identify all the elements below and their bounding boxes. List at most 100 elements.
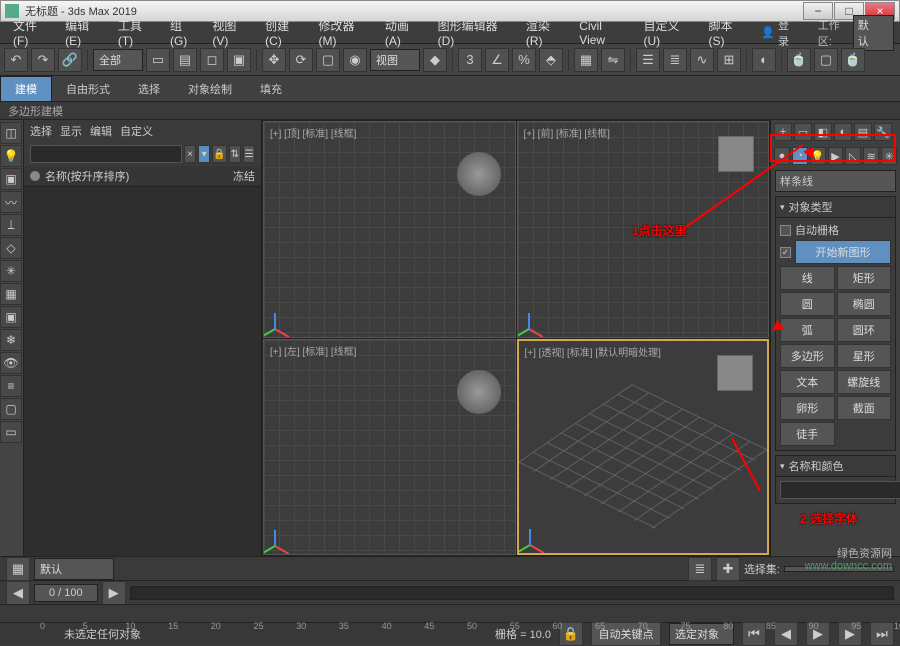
lock-icon[interactable]: 🔒	[212, 145, 226, 163]
arc-button[interactable]: 弧	[780, 318, 835, 342]
object-name-input[interactable]	[780, 481, 900, 499]
viewport-persp-label[interactable]: [+] [透视] [标准] [默认明暗处理]	[525, 344, 661, 359]
goto-start-button[interactable]: ⏮	[742, 622, 766, 646]
align-button[interactable]: ☰	[636, 48, 660, 72]
menu-grapheditor[interactable]: 图形编辑器(D)	[431, 17, 519, 48]
ellipse-button[interactable]: 椭圆	[837, 292, 892, 316]
menu-file[interactable]: 文件(F)	[6, 17, 58, 48]
scale-button[interactable]: ▢	[316, 48, 340, 72]
container-icon[interactable]: ▣	[0, 306, 22, 328]
pivot-button[interactable]: ◆	[423, 48, 447, 72]
scene-tab-display[interactable]: 显示	[60, 123, 82, 139]
timeline-ruler[interactable]: 0510152025303540455055606570758085909510…	[40, 607, 894, 621]
spacewarps-icon[interactable]: ≋	[863, 147, 879, 165]
selset-add-icon[interactable]: ✚	[716, 557, 740, 581]
hierarchy-tab[interactable]: ◧	[814, 123, 832, 141]
startnew-checkbox[interactable]: ✓	[780, 247, 791, 258]
menu-modifiers[interactable]: 修改器(M)	[312, 17, 378, 48]
camera-icon[interactable]: ▣	[0, 168, 22, 190]
snap-button[interactable]: 3	[458, 48, 482, 72]
viewcube-icon[interactable]	[718, 136, 754, 172]
helpers-icon[interactable]: ◺	[845, 147, 861, 165]
section-button[interactable]: 截面	[837, 396, 892, 420]
selset-icon[interactable]: ≣	[688, 557, 712, 581]
redo-button[interactable]: ↷	[31, 48, 55, 72]
viewport-perspective[interactable]: [+] [透视] [标准] [默认明暗处理]	[517, 339, 770, 556]
category-dropdown[interactable]: 样条线	[775, 170, 896, 192]
render-button[interactable]: 🍵	[841, 48, 865, 72]
circle-button[interactable]: 圆	[780, 292, 835, 316]
ribbon-tab-selection[interactable]: 选择	[124, 77, 174, 101]
layer-dropdown[interactable]: 默认	[34, 558, 114, 580]
menu-tools[interactable]: 工具(T)	[111, 17, 163, 48]
viewport-left-label[interactable]: [+] [左] [标准] [线框]	[270, 343, 356, 358]
spacewarp-icon[interactable]: ✳	[0, 260, 22, 282]
geometry-icon[interactable]: ●	[774, 147, 790, 165]
prev-frame-button[interactable]: ◀	[774, 622, 798, 646]
display-icon[interactable]: ▢	[0, 398, 22, 420]
motion-tab[interactable]: ◐	[834, 123, 852, 141]
lock-selection-button[interactable]: 🔒	[559, 622, 583, 646]
modify-tab[interactable]: ▭	[794, 123, 812, 141]
egg-button[interactable]: 卵形	[780, 396, 835, 420]
freeze-icon[interactable]: ❄	[0, 329, 22, 351]
systems-icon[interactable]: ✳	[881, 147, 897, 165]
viewcube-icon[interactable]	[457, 152, 501, 196]
viewcube-icon[interactable]	[717, 355, 753, 391]
freehand-button[interactable]: 徒手	[780, 422, 835, 446]
curve-editor-button[interactable]: ∿	[690, 48, 714, 72]
viewport-top[interactable]: [+] [顶] [标准] [线框]	[263, 121, 516, 338]
ribbon-tab-modeling[interactable]: 建模	[0, 76, 52, 102]
move-button[interactable]: ✥	[262, 48, 286, 72]
schematic-button[interactable]: ⊞	[717, 48, 741, 72]
viewport-left[interactable]: [+] [左] [标准] [线框]	[263, 339, 516, 556]
layer-icon[interactable]: ≡	[0, 375, 22, 397]
group-icon[interactable]: ▦	[0, 283, 22, 305]
scene-tab-custom[interactable]: 自定义	[120, 123, 153, 139]
select-button[interactable]: ▭	[146, 48, 170, 72]
time-prev-button[interactable]: ◀	[6, 581, 30, 605]
menu-script[interactable]: 脚本(S)	[702, 17, 755, 48]
frozen-column[interactable]: 冻结	[233, 168, 255, 184]
login-button[interactable]: 👤 登录	[754, 17, 806, 49]
undo-button[interactable]: ↶	[4, 48, 28, 72]
hide-icon[interactable]: 👁	[0, 352, 22, 374]
window-crossing-button[interactable]: ▣	[227, 48, 251, 72]
menu-create[interactable]: 创建(C)	[258, 17, 311, 48]
named-selection-button[interactable]: ▦	[574, 48, 598, 72]
create-tab[interactable]: +	[774, 123, 792, 141]
viewport-front[interactable]: [+] [前] [标准] [线框]	[517, 121, 770, 338]
percent-snap-button[interactable]: %	[512, 48, 536, 72]
tape-icon[interactable]: 〰	[0, 191, 22, 213]
sort-icon[interactable]: ⇅	[229, 145, 241, 163]
placement-button[interactable]: ◉	[343, 48, 367, 72]
donut-button[interactable]: 圆环	[837, 318, 892, 342]
rotate-button[interactable]: ⟳	[289, 48, 313, 72]
angle-snap-button[interactable]: ∠	[485, 48, 509, 72]
time-next-button[interactable]: ▶	[102, 581, 126, 605]
ribbon-tab-populate[interactable]: 填充	[246, 77, 296, 101]
spinner-snap-button[interactable]: ⬘	[539, 48, 563, 72]
text-button[interactable]: 文本	[780, 370, 835, 394]
link-button[interactable]: 🔗	[58, 48, 82, 72]
selection-filter-dropdown[interactable]: 全部	[93, 49, 143, 71]
refcoord-dropdown[interactable]: 视图	[370, 49, 420, 71]
menu-civilview[interactable]: Civil View	[572, 19, 636, 47]
scene-tab-select[interactable]: 选择	[30, 123, 52, 139]
line-button[interactable]: 线	[780, 266, 835, 290]
viewport-top-label[interactable]: [+] [顶] [标准] [线框]	[270, 125, 356, 140]
goto-end-button[interactable]: ⏭	[870, 622, 894, 646]
mirror-button[interactable]: ⇋	[601, 48, 625, 72]
star-button[interactable]: 星形	[837, 344, 892, 368]
menu-view[interactable]: 视图(V)	[205, 17, 258, 48]
menu-group[interactable]: 组(G)	[163, 17, 205, 48]
bone-icon[interactable]: ⟘	[0, 214, 22, 236]
display-tab[interactable]: ▤	[854, 123, 872, 141]
utilities-tab[interactable]: 🔧	[874, 123, 892, 141]
select-name-button[interactable]: ▤	[173, 48, 197, 72]
frame-display[interactable]: 0 / 100	[34, 584, 98, 602]
lock-icon[interactable]: ▭	[0, 421, 22, 443]
name-column[interactable]: 名称(按升序排序)	[45, 168, 233, 184]
cube-icon[interactable]: ◫	[0, 122, 22, 144]
rectangle-button[interactable]: 矩形	[837, 266, 892, 290]
